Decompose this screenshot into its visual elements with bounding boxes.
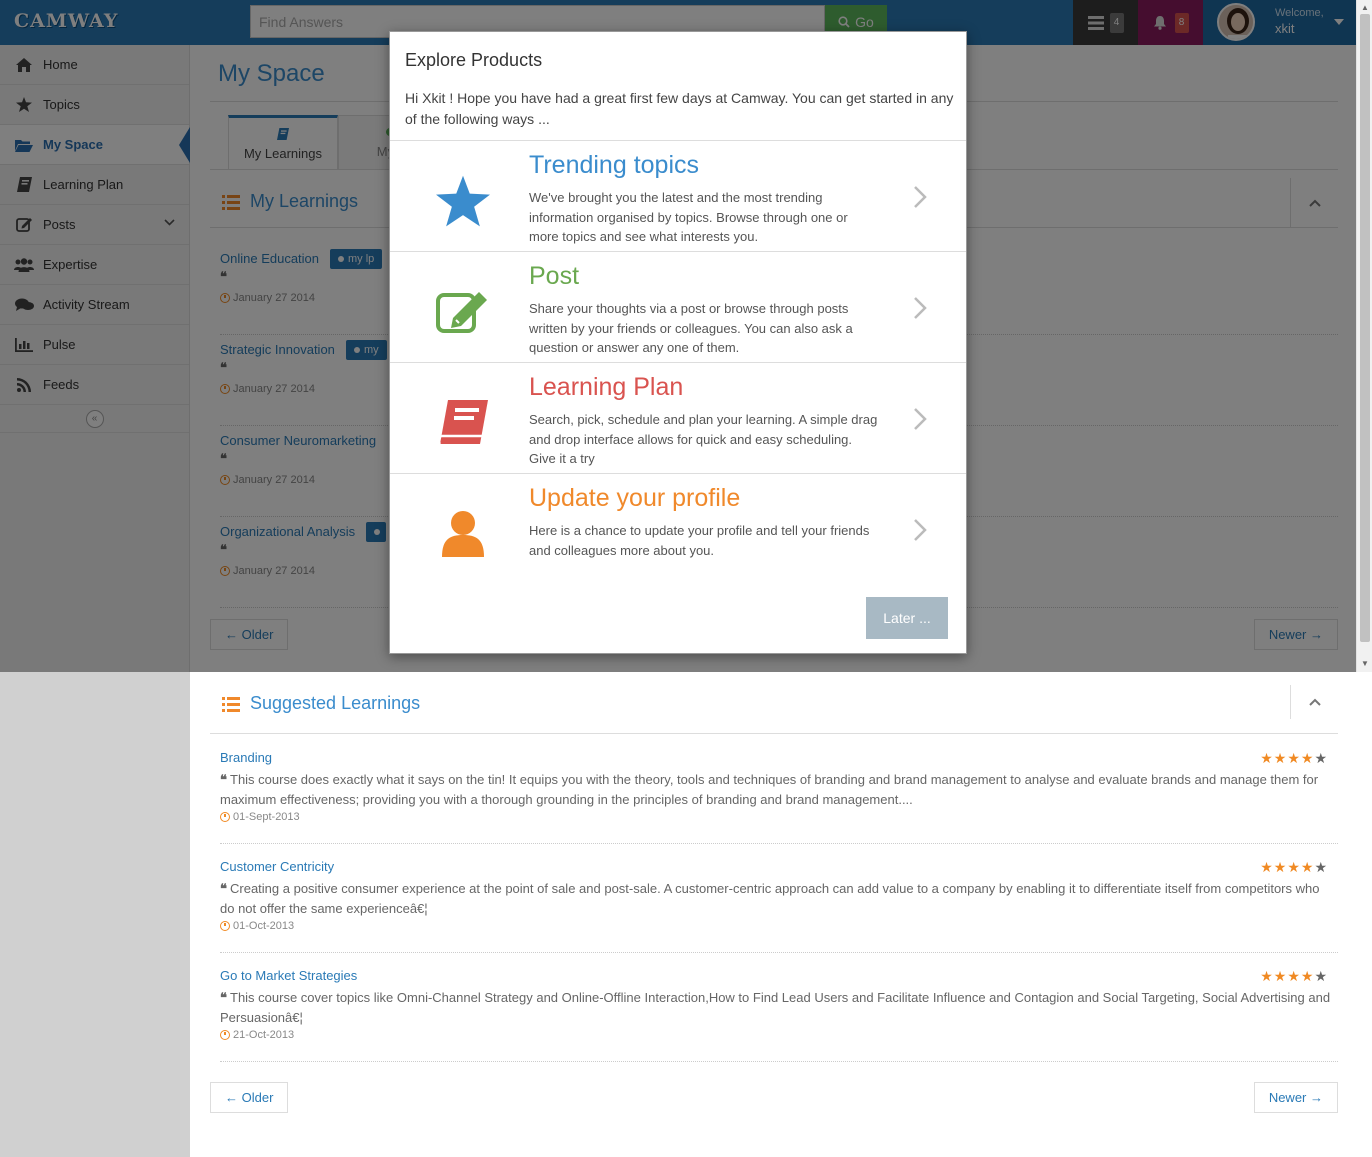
date-row: 01-Sept-2013: [220, 811, 300, 823]
modal-title: Explore Products: [405, 50, 543, 70]
star-empty-icon: ★: [1314, 859, 1328, 875]
star-filled-icon: ★: [1300, 750, 1315, 766]
modal-intro: Hi Xkit ! Hope you have had a great firs…: [405, 90, 954, 127]
star-rating: ★★★★★: [1260, 859, 1328, 876]
learning-link[interactable]: Customer Centricity: [220, 859, 334, 874]
chevron-right-icon: [914, 408, 927, 430]
star-icon: [433, 171, 493, 231]
option-title: Trending topics: [529, 151, 699, 179]
scroll-up-icon[interactable]: ▲: [1357, 0, 1372, 14]
explore-products-modal: Explore Products Hi Xkit ! Hope you have…: [389, 31, 967, 654]
star-filled-icon: ★: [1300, 859, 1315, 875]
chevron-right-icon: [914, 519, 927, 541]
sidebar-background: [0, 672, 190, 1157]
chevron-right-icon: [914, 186, 927, 208]
list-item: Branding ★★★★★ ❝ This course does exactly…: [220, 744, 1338, 844]
scrollbar[interactable]: ▲ ▼: [1356, 0, 1372, 672]
star-filled-icon: ★: [1260, 968, 1274, 984]
description: ❝ This course cover topics like Omni-Chan…: [220, 990, 1331, 1025]
option-learning-plan[interactable]: Learning Plan Search, pick, schedule and…: [390, 362, 966, 473]
star-filled-icon: ★: [1300, 968, 1315, 984]
star-filled-icon: ★: [1273, 859, 1288, 875]
older-button[interactable]: ← Older: [210, 1082, 289, 1113]
suggested-learnings-header: Suggested Learnings: [210, 677, 1338, 734]
quote-icon: ❝: [220, 773, 227, 788]
option-trending-topics[interactable]: Trending topics We've brought you the la…: [390, 140, 966, 251]
option-post[interactable]: Post Share your thoughts via a post or b…: [390, 251, 966, 362]
list-icon: [222, 697, 240, 712]
star-empty-icon: ★: [1314, 968, 1328, 984]
option-description: We've brought you the latest and the mos…: [529, 190, 848, 244]
option-title: Post: [529, 262, 580, 290]
learning-link[interactable]: Go to Market Strategies: [220, 968, 357, 983]
star-empty-icon: ★: [1314, 750, 1328, 766]
star-rating: ★★★★★: [1260, 750, 1328, 767]
collapse-button[interactable]: [1290, 685, 1338, 719]
star-rating: ★★★★★: [1260, 968, 1328, 985]
description: ❝ This course does exactly what it says o…: [220, 772, 1319, 807]
date-row: 21-Oct-2013: [220, 1029, 294, 1041]
star-filled-icon: ★: [1287, 859, 1301, 875]
clock-icon: [220, 1030, 230, 1040]
description: ❝ Creating a positive consumer experience…: [220, 881, 1320, 916]
star-filled-icon: ★: [1260, 750, 1274, 766]
list-item: Go to Market Strategies ★★★★★ ❝ This cour…: [220, 962, 1338, 1062]
clock-icon: [220, 921, 230, 931]
option-description: Here is a chance to update your profile …: [529, 523, 870, 558]
date-text: 01-Oct-2013: [233, 920, 295, 932]
star-filled-icon: ★: [1287, 750, 1301, 766]
newer-button[interactable]: Newer →: [1253, 1082, 1338, 1113]
star-filled-icon: ★: [1273, 750, 1288, 766]
option-description: Search, pick, schedule and plan your lea…: [529, 412, 878, 466]
date-row: 01-Oct-2013: [220, 920, 294, 932]
option-title: Learning Plan: [529, 373, 684, 401]
learning-link[interactable]: Branding: [220, 750, 272, 765]
option-update-profile[interactable]: Update your profile Here is a chance to …: [390, 473, 966, 584]
date-text: 01-Sept-2013: [233, 811, 300, 823]
later-button[interactable]: Later ...: [866, 597, 948, 639]
star-filled-icon: ★: [1260, 859, 1274, 875]
panel-title: Suggested Learnings: [250, 693, 421, 713]
scroll-down-icon[interactable]: ▼: [1357, 656, 1372, 670]
quote-icon: ❝: [220, 991, 227, 1006]
option-description: Share your thoughts via a post or browse…: [529, 301, 853, 355]
book-icon: [433, 393, 493, 453]
chevron-up-icon: [1308, 698, 1321, 706]
list-item: Customer Centricity ★★★★★ ❝ Creating a po…: [220, 853, 1338, 953]
quote-icon: ❝: [220, 882, 227, 897]
date-text: 21-Oct-2013: [233, 1029, 295, 1041]
chevron-right-icon: [914, 297, 927, 319]
edit-icon: [433, 282, 493, 342]
scroll-thumb[interactable]: [1360, 14, 1370, 642]
option-title: Update your profile: [529, 484, 741, 512]
user-icon: [433, 504, 493, 564]
clock-icon: [220, 812, 230, 822]
star-filled-icon: ★: [1273, 968, 1288, 984]
star-filled-icon: ★: [1287, 968, 1301, 984]
